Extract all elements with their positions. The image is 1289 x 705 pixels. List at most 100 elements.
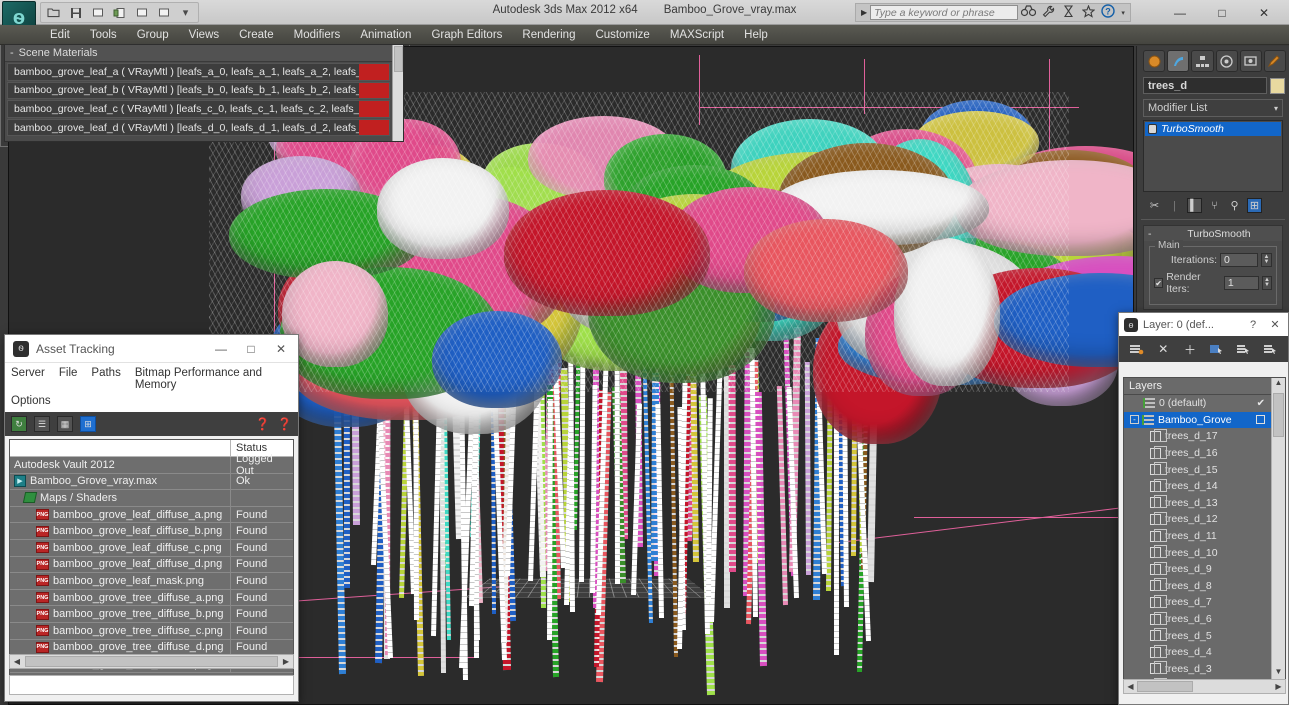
help-dropdown-icon[interactable]: ▾ bbox=[1118, 9, 1128, 17]
material-row[interactable]: bamboo_grove_leaf_c ( VRayMtl ) [leafs_c… bbox=[7, 100, 390, 118]
menu-graph-editors[interactable]: Graph Editors bbox=[421, 27, 512, 43]
layers-window[interactable]: ѳ Layer: 0 (def... ? ✕ ✕ ＋ Layers 0 (def… bbox=[1118, 312, 1289, 705]
menu-modifiers[interactable]: Modifiers bbox=[284, 27, 351, 43]
scroll-thumb[interactable] bbox=[1273, 393, 1284, 437]
material-list-vertical-scrollbar[interactable] bbox=[392, 45, 403, 141]
layer-object-row[interactable]: trees_d_15 bbox=[1124, 461, 1271, 478]
create-new-layer-icon[interactable] bbox=[1128, 341, 1145, 358]
minimize-button[interactable]: — bbox=[206, 336, 236, 362]
layer-object-row[interactable]: trees_d_12 bbox=[1124, 511, 1271, 528]
menu-bitmap-performance[interactable]: Bitmap Performance and Memory bbox=[135, 365, 291, 393]
hierarchy-tab[interactable] bbox=[1191, 50, 1214, 72]
layer-object-row[interactable]: trees_d_10 bbox=[1124, 544, 1271, 561]
asset-row[interactable]: PNG bamboo_grove_leaf_diffuse_c.png Found bbox=[10, 539, 293, 557]
asset-row[interactable]: ▶ Bamboo_Grove_vray.max Ok bbox=[10, 473, 293, 491]
set-active-layer-checkbox[interactable] bbox=[1256, 415, 1265, 425]
scroll-thumb[interactable] bbox=[25, 656, 278, 667]
menu-customize[interactable]: Customize bbox=[585, 27, 659, 43]
menu-help[interactable]: Help bbox=[734, 27, 778, 43]
display-tab[interactable] bbox=[1239, 50, 1262, 72]
asset-row[interactable]: PNG bamboo_grove_tree_diffuse_a.png Found bbox=[10, 589, 293, 607]
menu-maxscript[interactable]: MAXScript bbox=[660, 27, 734, 43]
menu-paths[interactable]: Paths bbox=[91, 365, 127, 393]
layer-row[interactable]: 0 (default) ✔ bbox=[1124, 395, 1271, 412]
layer-object-row[interactable]: trees_d_9 bbox=[1124, 561, 1271, 578]
menu-tools[interactable]: Tools bbox=[80, 27, 127, 43]
layer-object-row[interactable]: trees_d_5 bbox=[1124, 627, 1271, 644]
pin-stack-icon[interactable]: ✂ bbox=[1147, 198, 1162, 213]
render-iters-spinner[interactable]: ▲ ▼ bbox=[1261, 276, 1272, 290]
add-selection-icon[interactable]: ＋ bbox=[1182, 341, 1199, 358]
scroll-thumb[interactable] bbox=[1137, 681, 1193, 692]
asset-row[interactable]: PNG bamboo_grove_leaf_diffuse_a.png Found bbox=[10, 506, 293, 524]
turbosmooth-rollout-header[interactable]: - TurboSmooth bbox=[1144, 226, 1282, 241]
context-help-icon[interactable]: ❓ bbox=[277, 417, 292, 431]
layer-object-row[interactable]: trees_d_16 bbox=[1124, 445, 1271, 462]
grid-view-icon[interactable]: ⊞ bbox=[80, 416, 96, 432]
iterations-spinner[interactable]: ▲ ▼ bbox=[1261, 253, 1272, 267]
motion-tab[interactable] bbox=[1215, 50, 1238, 72]
subscription-icon[interactable] bbox=[1058, 4, 1078, 21]
asset-row[interactable]: Autodesk Vault 2012 Logged Out bbox=[10, 453, 293, 477]
scroll-right-icon[interactable]: ▶ bbox=[1272, 682, 1285, 691]
render-iters-checkbox[interactable]: ✔ bbox=[1154, 278, 1164, 288]
object-color-swatch[interactable] bbox=[1270, 77, 1285, 94]
asset-tracking-window[interactable]: ѳ Asset Tracking — □ ✕ Server File Paths… bbox=[4, 334, 299, 702]
highlight-selected-icon[interactable] bbox=[1235, 341, 1252, 358]
group-collapse-icon[interactable]: - bbox=[10, 47, 14, 59]
delete-layer-icon[interactable]: ✕ bbox=[1155, 341, 1172, 358]
material-row[interactable]: bamboo_grove_leaf_a ( VRayMtl ) [leafs_a… bbox=[7, 63, 390, 81]
menu-edit[interactable]: Edit bbox=[40, 27, 80, 43]
layer-object-row[interactable]: trees_d_4 bbox=[1124, 644, 1271, 661]
menu-server[interactable]: Server bbox=[11, 365, 52, 393]
material-row[interactable]: bamboo_grove_leaf_b ( VRayMtl ) [leafs_b… bbox=[7, 81, 390, 100]
asset-row[interactable]: PNG bamboo_grove_leaf_mask.png Found bbox=[10, 573, 293, 590]
refresh-icon[interactable]: ↻ bbox=[11, 416, 27, 432]
create-tab[interactable] bbox=[1143, 50, 1166, 72]
menu-options[interactable]: Options bbox=[11, 393, 58, 409]
layer-object-row[interactable]: trees_d_17 bbox=[1124, 428, 1271, 445]
iterations-value[interactable]: 0 bbox=[1220, 253, 1258, 267]
layer-object-row[interactable]: trees_d_13 bbox=[1124, 495, 1271, 512]
remove-modifier-icon[interactable]: ⑂ bbox=[1207, 198, 1222, 213]
scroll-thumb[interactable] bbox=[394, 46, 403, 72]
favorites-star-icon[interactable] bbox=[1078, 4, 1098, 21]
menu-file[interactable]: File bbox=[59, 365, 85, 393]
scroll-up-icon[interactable]: ▲ bbox=[1272, 378, 1285, 392]
close-button[interactable]: ✕ bbox=[1264, 314, 1286, 335]
list-view-icon[interactable]: ☰ bbox=[34, 416, 50, 432]
layers-list-container[interactable]: Layers 0 (default) ✔ - Bamboo_Grove trees_d_… bbox=[1123, 377, 1286, 682]
minimize-button[interactable]: — bbox=[1159, 2, 1201, 23]
material-list[interactable]: - Scene Materials bamboo_grove_leaf_a ( … bbox=[5, 45, 392, 141]
modify-tab[interactable] bbox=[1167, 50, 1190, 72]
menu-group[interactable]: Group bbox=[127, 27, 179, 43]
maximize-button[interactable]: □ bbox=[1201, 2, 1243, 23]
select-objects-icon[interactable] bbox=[1208, 341, 1225, 358]
layers-list[interactable]: Layers 0 (default) ✔ - Bamboo_Grove trees_d_… bbox=[1124, 378, 1271, 681]
layers-horizontal-scrollbar[interactable]: ◀ ▶ bbox=[1123, 679, 1286, 694]
material-list-container[interactable]: - Scene Materials bamboo_grove_leaf_a ( … bbox=[4, 44, 404, 142]
layer-object-row[interactable]: trees_d_11 bbox=[1124, 528, 1271, 545]
object-name-field[interactable]: trees_d bbox=[1143, 77, 1267, 94]
layer-row[interactable]: - Bamboo_Grove bbox=[1124, 411, 1271, 429]
help-icon[interactable]: ? bbox=[1098, 4, 1118, 21]
layers-column-header[interactable]: Layers bbox=[1124, 380, 1253, 392]
layer-object-row[interactable]: trees_d_14 bbox=[1124, 478, 1271, 495]
layer-object-row[interactable]: trees_d_7 bbox=[1124, 594, 1271, 611]
modifier-list-dropdown[interactable]: Modifier List ▾ bbox=[1143, 99, 1283, 117]
menu-animation[interactable]: Animation bbox=[350, 27, 421, 43]
help-icon[interactable]: ? bbox=[1242, 314, 1264, 335]
layer-object-row[interactable]: trees_d_3 bbox=[1124, 661, 1271, 678]
menu-create[interactable]: Create bbox=[229, 27, 284, 43]
asset-row[interactable]: PNG bamboo_grove_leaf_diffuse_b.png Found bbox=[10, 523, 293, 540]
layers-vertical-scrollbar[interactable]: ▲ ▼ bbox=[1271, 378, 1285, 681]
configure-sets-icon[interactable]: ⚲ bbox=[1227, 198, 1242, 213]
configure-modifier-sets-icon[interactable]: ⊞ bbox=[1247, 198, 1262, 213]
search-binoculars-icon[interactable] bbox=[1018, 5, 1038, 20]
hide-unhide-icon[interactable] bbox=[1262, 341, 1279, 358]
make-unique-icon[interactable]: ▍ bbox=[1187, 198, 1202, 213]
scroll-right-icon[interactable]: ▶ bbox=[279, 657, 293, 666]
layer-object-row[interactable]: trees_d_8 bbox=[1124, 578, 1271, 595]
layer-object-row[interactable]: trees_d_6 bbox=[1124, 611, 1271, 628]
rollout-collapse-icon[interactable]: - bbox=[1148, 228, 1160, 240]
